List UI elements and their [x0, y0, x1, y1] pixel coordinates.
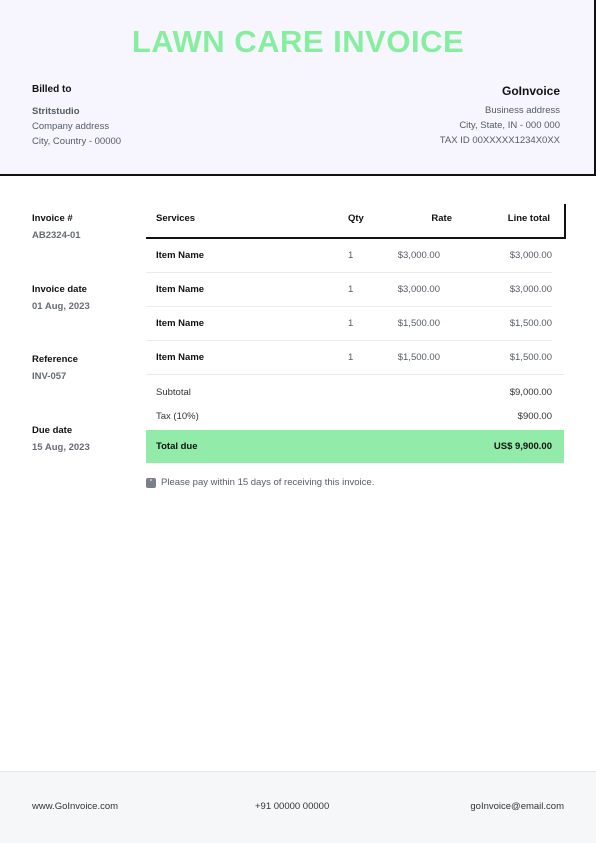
- total-due-row: Total due US$ 9,900.00: [146, 430, 564, 463]
- business-block: GoInvoice Business address City, State, …: [440, 84, 560, 146]
- due-date-value: 15 Aug, 2023: [32, 442, 90, 453]
- item-name: Item Name: [156, 284, 205, 295]
- table-row: Item Name 1 $3,000.00 $3,000.00: [146, 239, 552, 273]
- rate-header: Rate: [431, 213, 452, 224]
- billed-to-label: Billed to: [32, 84, 72, 95]
- invoice-header: LAWN CARE INVOICE Billed to Stritstudio …: [0, 0, 596, 176]
- invoice-date-label: Invoice date: [32, 284, 87, 295]
- billed-to-block: Billed to Stritstudio Company address Ci…: [32, 84, 121, 147]
- table-row: Item Name 1 $1,500.00 $1,500.00: [146, 341, 564, 375]
- subtotal-value: $9,000.00: [509, 387, 552, 398]
- invoice-date-value: 01 Aug, 2023: [32, 301, 90, 312]
- item-rate: $1,500.00: [397, 352, 440, 363]
- item-rate: $3,000.00: [397, 284, 440, 295]
- invoice-number-block: Invoice # AB2324-01: [32, 213, 81, 241]
- total-due-value: US$ 9,900.00: [493, 441, 552, 452]
- table-header: Services Qty Rate Line total: [146, 204, 566, 239]
- business-address: Business address: [485, 105, 560, 116]
- client-address: Company address: [32, 121, 110, 132]
- tax-value: $900.00: [517, 411, 552, 422]
- footer-website: www.GoInvoice.com: [32, 801, 119, 812]
- item-total: $3,000.00: [509, 250, 552, 261]
- services-table: Services Qty Rate Line total Item Name 1…: [146, 204, 566, 428]
- item-rate: $3,000.00: [397, 250, 440, 261]
- due-date-block: Due date 15 Aug, 2023: [32, 425, 90, 453]
- invoice-footer: www.GoInvoice.com +91 00000 00000 goInvo…: [0, 771, 596, 843]
- item-name: Item Name: [156, 318, 205, 329]
- tax-label: Tax (10%): [156, 411, 199, 422]
- business-name: GoInvoice: [501, 84, 560, 98]
- item-name: Item Name: [156, 352, 205, 363]
- client-city: City, Country - 00000: [32, 136, 122, 147]
- invoice-date-block: Invoice date 01 Aug, 2023: [32, 284, 90, 312]
- qty-header: Qty: [348, 213, 364, 224]
- client-name: Stritstudio: [32, 106, 80, 117]
- invoice-number-value: AB2324-01: [32, 230, 81, 241]
- services-header: Services: [156, 213, 196, 224]
- item-total: $1,500.00: [509, 318, 552, 329]
- item-qty: 1: [348, 352, 354, 363]
- footer-email: goInvoice@email.com: [470, 801, 564, 812]
- line-total-header: Line total: [507, 213, 550, 224]
- item-total: $3,000.00: [509, 284, 552, 295]
- item-rate: $1,500.00: [397, 318, 440, 329]
- business-tax-id: TAX ID 00XXXXX1234X0XX: [439, 135, 560, 146]
- total-due-label: Total due: [156, 441, 198, 452]
- item-total: $1,500.00: [509, 352, 552, 363]
- item-qty: 1: [348, 318, 354, 329]
- footer-phone: +91 00000 00000: [255, 801, 330, 812]
- table-row: Item Name 1 $1,500.00 $1,500.00: [146, 307, 552, 341]
- reference-value: INV-057: [32, 371, 67, 382]
- item-name: Item Name: [156, 250, 205, 261]
- table-row: Item Name 1 $3,000.00 $3,000.00: [146, 273, 552, 307]
- quote-icon: “: [146, 477, 156, 488]
- business-city: City, State, IN - 000 000: [459, 120, 560, 131]
- invoice-number-label: Invoice #: [32, 213, 73, 224]
- subtotal-row: Subtotal $9,000.00: [146, 380, 566, 404]
- invoice-title: LAWN CARE INVOICE: [131, 24, 465, 59]
- item-qty: 1: [348, 250, 354, 261]
- tax-row: Tax (10%) $900.00: [146, 404, 566, 428]
- subtotal-label: Subtotal: [156, 387, 191, 398]
- payment-note-text: Please pay within 15 days of receiving t…: [161, 477, 375, 488]
- reference-label: Reference: [32, 354, 78, 365]
- item-qty: 1: [348, 284, 354, 295]
- payment-note: “ Please pay within 15 days of receiving…: [146, 477, 374, 488]
- due-date-label: Due date: [32, 425, 73, 436]
- reference-block: Reference INV-057: [32, 354, 78, 382]
